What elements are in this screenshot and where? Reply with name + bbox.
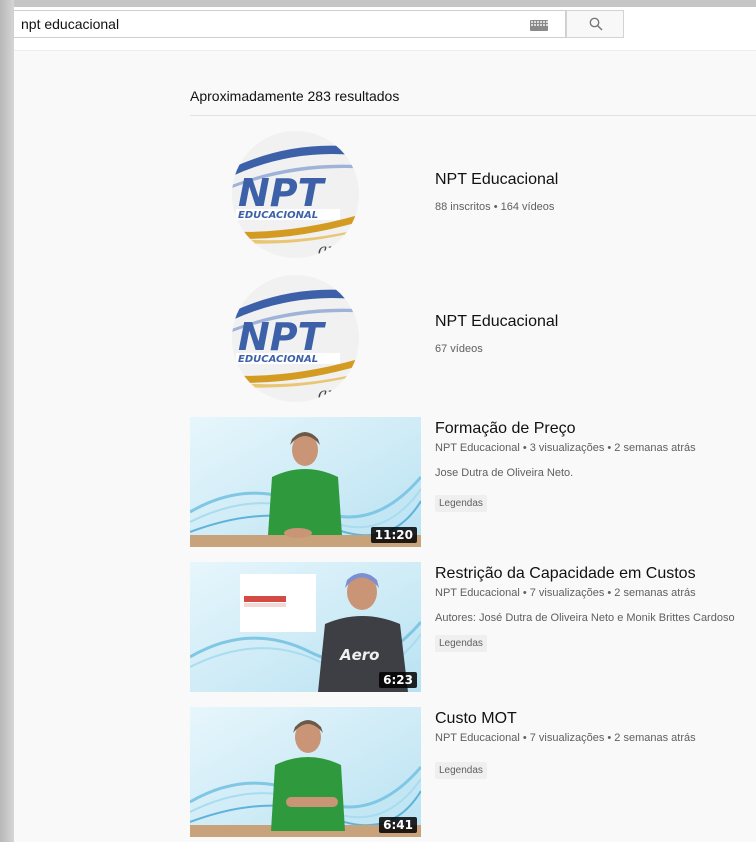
channel-meta: 67 vídeos: [435, 343, 483, 355]
svg-text:NPT: NPT: [238, 315, 327, 359]
window-frame-top: [0, 0, 756, 7]
captions-badge: Legendas: [435, 635, 487, 652]
channel-meta: 88 inscritos • 164 vídeos: [435, 201, 555, 213]
channel-result[interactable]: NPT EDUCACIONAL anr NPT Educacional 67 v…: [190, 275, 750, 405]
channel-avatar[interactable]: NPT EDUCACIONAL anr: [232, 131, 359, 258]
video-duration: 11:20: [370, 527, 417, 543]
svg-text:NPT: NPT: [238, 171, 327, 215]
svg-text:EDUCACIONAL: EDUCACIONAL: [238, 210, 318, 221]
channel-name[interactable]: NPT Educacional: [435, 313, 558, 331]
top-bar: [13, 7, 756, 51]
channel-avatar[interactable]: NPT EDUCACIONAL anr: [232, 275, 359, 402]
video-title[interactable]: Formação de Preço: [435, 420, 576, 438]
video-duration: 6:23: [379, 672, 417, 688]
video-result[interactable]: 6:41 Custo MOT NPT Educacional • 7 visua…: [190, 707, 756, 837]
svg-text:EDUCACIONAL: EDUCACIONAL: [238, 354, 318, 365]
video-result[interactable]: Aero 6:23 Restrição da Capacidade em Cus…: [190, 562, 756, 692]
svg-text:anr: anr: [318, 240, 347, 258]
captions-badge: Legendas: [435, 495, 487, 512]
channel-result[interactable]: NPT EDUCACIONAL anr NPT Educacional 88 i…: [190, 131, 750, 261]
video-meta: NPT Educacional • 3 visualizações • 2 se…: [435, 442, 696, 454]
npt-logo-image: NPT EDUCACIONAL anr: [232, 275, 359, 402]
npt-logo-image: NPT EDUCACIONAL anr: [232, 131, 359, 258]
video-result[interactable]: 11:20 Formação de Preço NPT Educacional …: [190, 417, 756, 547]
video-thumbnail[interactable]: Aero 6:23: [190, 562, 421, 692]
video-meta: NPT Educacional • 7 visualizações • 2 se…: [435, 732, 696, 744]
video-meta: NPT Educacional • 7 visualizações • 2 se…: [435, 587, 696, 599]
video-title[interactable]: Custo MOT: [435, 710, 517, 728]
channel-name[interactable]: NPT Educacional: [435, 171, 558, 189]
results-page: Aproximadamente 283 resultados NPT EDUCA…: [13, 7, 756, 842]
video-description: Autores: José Dutra de Oliveira Neto e M…: [435, 612, 735, 624]
search-button[interactable]: [566, 10, 624, 38]
video-title[interactable]: Restrição da Capacidade em Custos: [435, 565, 696, 583]
search-box: [13, 10, 566, 38]
svg-text:Aero: Aero: [339, 646, 380, 664]
keyboard-icon[interactable]: [530, 20, 548, 31]
captions-badge: Legendas: [435, 762, 487, 779]
search-icon: [589, 17, 603, 31]
video-duration: 6:41: [379, 817, 417, 833]
video-thumbnail[interactable]: 6:41: [190, 707, 421, 837]
svg-text:anr: anr: [318, 384, 347, 402]
video-description: Jose Dutra de Oliveira Neto.: [435, 467, 574, 479]
search-input[interactable]: [21, 15, 521, 33]
video-thumbnail[interactable]: 11:20: [190, 417, 421, 547]
divider: [190, 115, 756, 116]
window-frame-left: [0, 0, 14, 842]
results-count: Aproximadamente 283 resultados: [190, 88, 400, 104]
